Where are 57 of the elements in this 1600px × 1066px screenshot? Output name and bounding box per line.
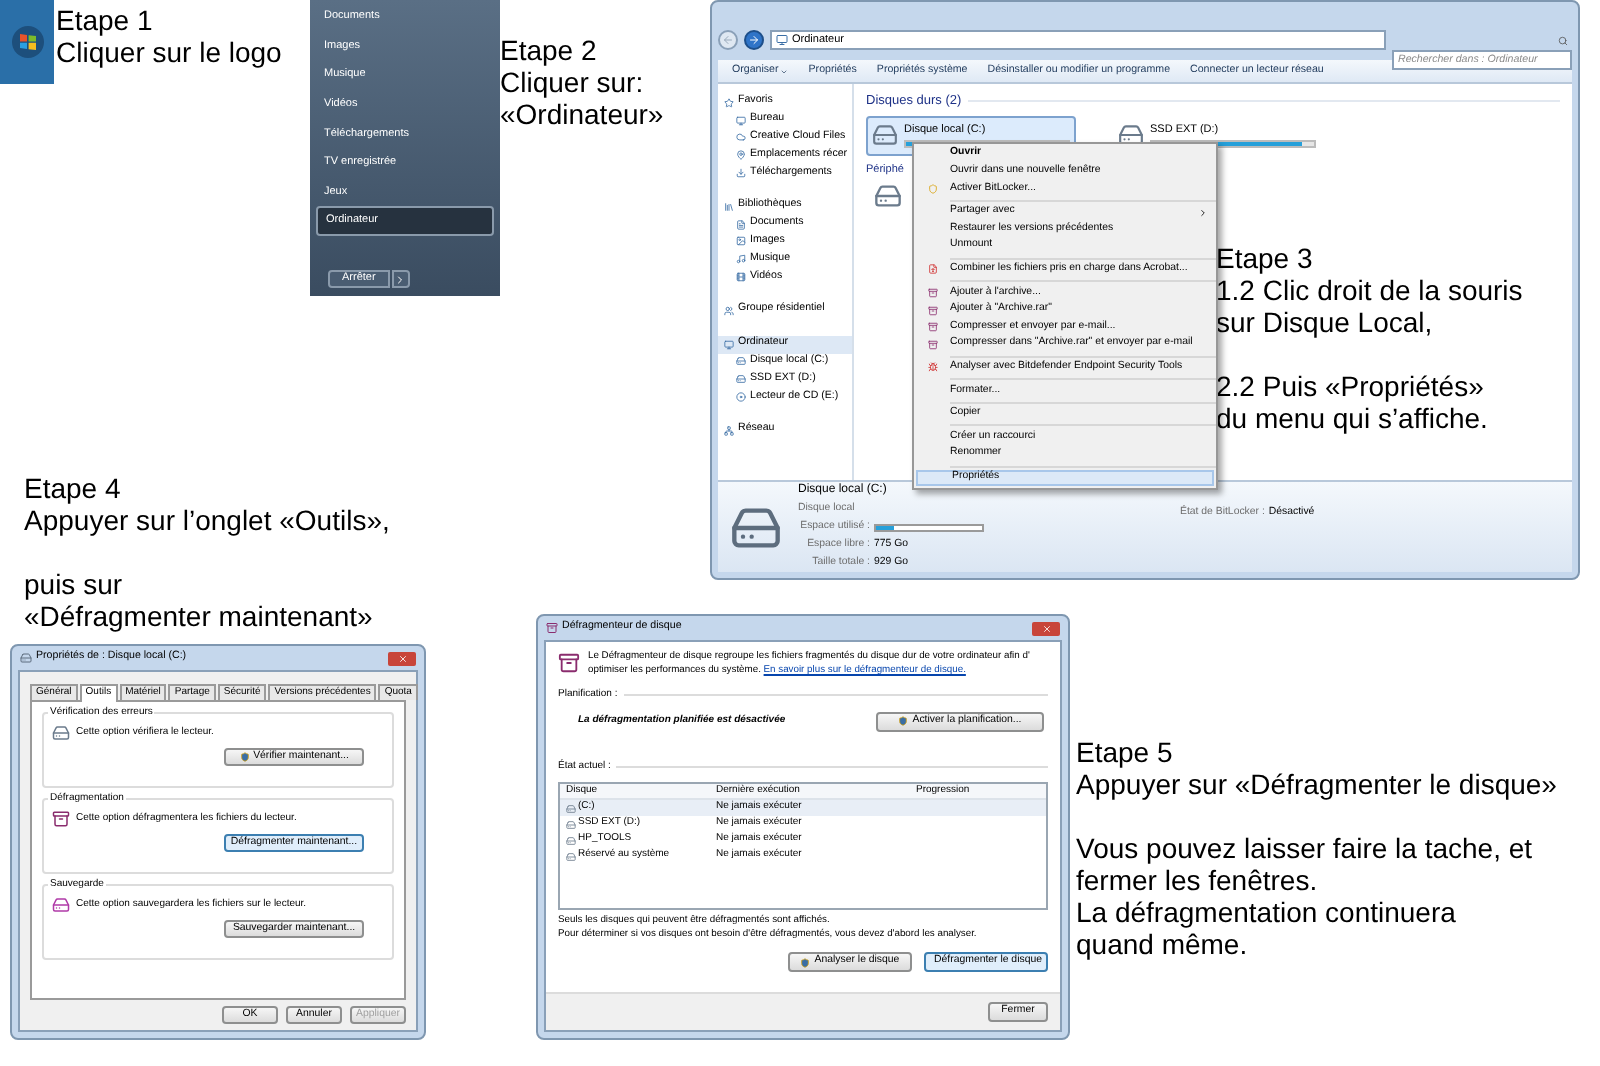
archive-icon bbox=[928, 322, 938, 333]
drive-icon bbox=[874, 182, 902, 210]
shield-icon bbox=[928, 183, 938, 194]
step-title: Etape 4 bbox=[24, 472, 121, 504]
archive-icon bbox=[928, 339, 938, 350]
drive-icon bbox=[566, 819, 576, 829]
forward-button[interactable] bbox=[744, 30, 764, 50]
people-icon bbox=[724, 305, 734, 316]
library-icon bbox=[724, 201, 734, 212]
document-icon bbox=[928, 264, 938, 275]
archive-icon bbox=[928, 287, 938, 298]
close-button[interactable] bbox=[1032, 621, 1060, 635]
pin-icon bbox=[736, 150, 746, 161]
star-icon bbox=[724, 97, 734, 108]
search-icon bbox=[1558, 35, 1568, 45]
shield-icon bbox=[800, 957, 811, 967]
step-instruction: Appuyer sur l’onglet «Outils», bbox=[24, 504, 390, 536]
archive-icon bbox=[928, 305, 938, 316]
monitor-icon bbox=[776, 34, 788, 46]
drive-icon bbox=[566, 803, 576, 813]
step-title: Etape 1 bbox=[56, 4, 153, 36]
music-icon bbox=[736, 254, 746, 265]
disc-icon bbox=[736, 392, 746, 403]
cloud-icon bbox=[736, 132, 746, 143]
bug-icon bbox=[928, 362, 938, 373]
drive-icon bbox=[20, 652, 32, 664]
shield-icon bbox=[898, 716, 909, 726]
drive-icon bbox=[566, 851, 576, 861]
drive-icon bbox=[736, 374, 746, 385]
image-icon bbox=[736, 236, 746, 247]
film-icon bbox=[736, 272, 746, 283]
forward-arrow-icon bbox=[748, 34, 760, 46]
network-icon bbox=[724, 425, 734, 436]
drive-icon bbox=[872, 122, 898, 149]
monitor-icon bbox=[736, 115, 746, 126]
step-title: Etape 5 bbox=[1076, 736, 1173, 768]
drive-icon bbox=[52, 724, 70, 742]
step-instruction: Cliquer sur le logo bbox=[56, 36, 282, 68]
monitor-icon bbox=[724, 339, 734, 350]
step-instruction: Vous pouvez laisser faire la tache, et fermer les fenêtres. La défragmentation continuera quand même. bbox=[1076, 832, 1533, 960]
download-icon bbox=[736, 168, 746, 179]
drive-icon bbox=[52, 896, 70, 914]
document-icon bbox=[736, 219, 746, 230]
shield-icon bbox=[239, 752, 250, 762]
close-button[interactable] bbox=[388, 651, 416, 665]
step-instruction: Appuyer sur «Défragmenter le disque» bbox=[1076, 768, 1557, 800]
back-arrow-icon bbox=[722, 34, 734, 46]
drive-icon bbox=[736, 356, 746, 367]
step-instruction: puis sur «Défragmenter maintenant» bbox=[24, 568, 373, 632]
windows-logo-icon bbox=[11, 26, 43, 58]
step-instruction: 1.2 Clic droit de la souris sur Disque Local, bbox=[1216, 274, 1523, 338]
step-instruction: Cliquer sur: «Ordinateur» bbox=[500, 66, 664, 130]
step-title: Etape 2 bbox=[500, 34, 597, 66]
step-instruction: 2.2 Puis «Propriétés» du menu qui s’affiche. bbox=[1216, 370, 1488, 434]
start-button[interactable] bbox=[0, 0, 54, 84]
drive-icon bbox=[566, 835, 576, 845]
step-title: Etape 3 bbox=[1216, 242, 1313, 274]
